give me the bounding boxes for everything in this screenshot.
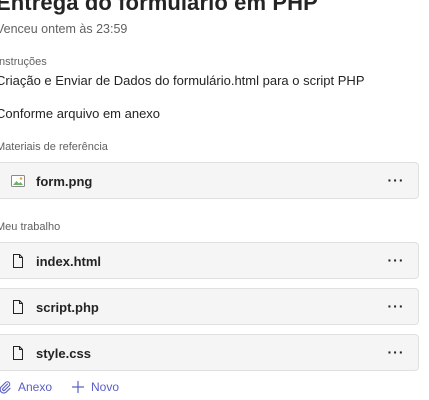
more-options-button[interactable]: ··· (384, 170, 408, 190)
reference-materials-label: Materiais de referência (0, 141, 108, 153)
work-file-card[interactable]: script.php ··· (0, 288, 419, 325)
attach-label: Anexo (18, 380, 53, 394)
new-button[interactable]: Novo (71, 380, 119, 394)
due-date: Venceu ontem às 23:59 (0, 22, 128, 36)
file-name[interactable]: index.html (36, 254, 101, 269)
document-icon (10, 299, 26, 315)
more-options-button[interactable]: ··· (384, 342, 408, 362)
plus-icon (71, 380, 85, 394)
my-work-label: Meu trabalho (0, 221, 61, 233)
more-options-button[interactable]: ··· (384, 250, 408, 270)
image-file-icon (10, 173, 26, 189)
file-name[interactable]: form.png (36, 174, 92, 189)
instructions-line-1: Criação e Enviar de Dados do formulário.… (0, 73, 365, 88)
work-file-card[interactable]: index.html ··· (0, 242, 419, 279)
assignment-title: Entrega do formulário em PHP (0, 0, 318, 15)
file-name[interactable]: script.php (36, 300, 99, 315)
attach-button[interactable]: Anexo (0, 380, 52, 394)
document-icon (10, 253, 26, 269)
new-label: Novo (91, 380, 120, 394)
instructions-label: Instruções (0, 56, 47, 68)
file-name[interactable]: style.css (36, 346, 91, 361)
instructions-line-2: Conforme arquivo em anexo (0, 106, 161, 121)
document-icon (10, 345, 26, 361)
work-file-card[interactable]: style.css ··· (0, 334, 419, 371)
more-options-button[interactable]: ··· (384, 296, 408, 316)
reference-file-card[interactable]: form.png ··· (0, 162, 419, 199)
paperclip-icon (0, 380, 12, 394)
